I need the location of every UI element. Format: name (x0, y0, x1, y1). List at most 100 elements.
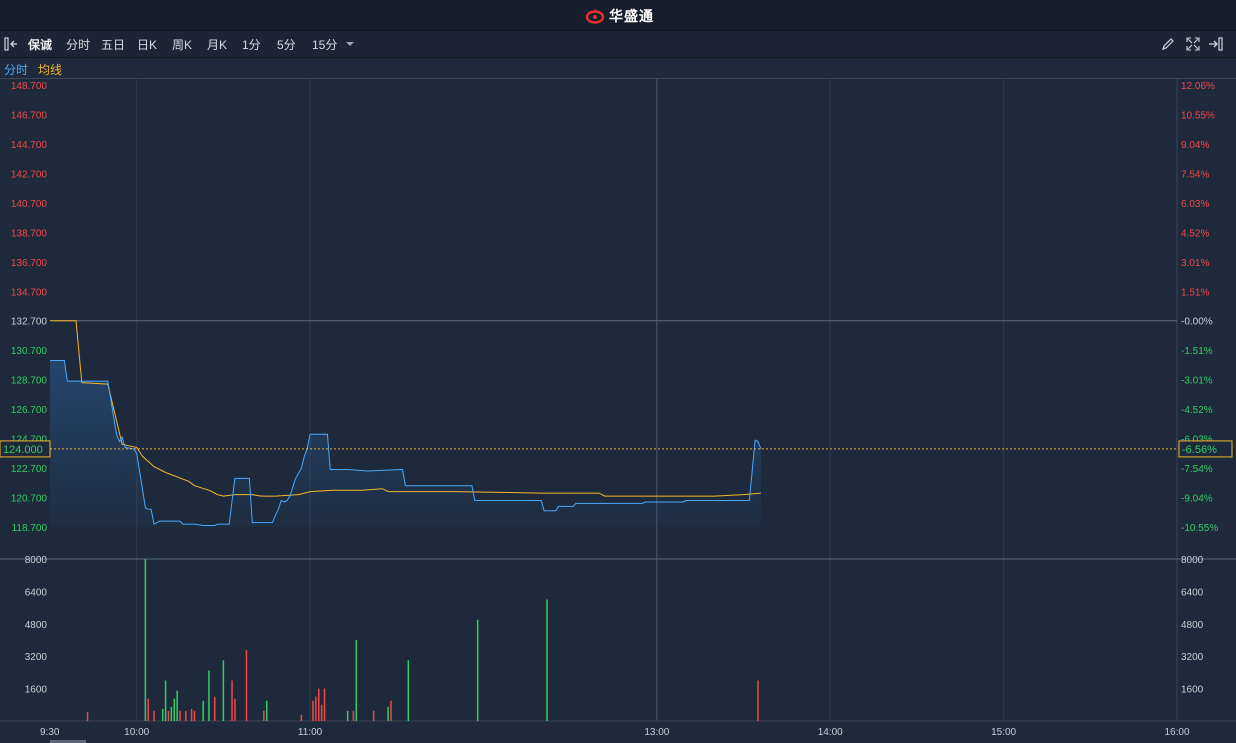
time-tick-label: 16:00 (1164, 727, 1189, 738)
price-tick-label: 134.700 (11, 287, 48, 298)
volume-bar (323, 688, 326, 721)
tab-15-minute[interactable]: 15分 (312, 36, 337, 53)
volume-bars (86, 559, 759, 721)
volume-bar (300, 714, 303, 721)
volume-bar (355, 640, 358, 721)
percent-tick-label: -10.55% (1181, 523, 1218, 534)
price-tick-label: 146.700 (11, 110, 48, 121)
volume-tick-label: 6400 (25, 587, 48, 598)
time-tick-label: 11:00 (298, 727, 323, 738)
time-tick-label: 15:00 (991, 727, 1016, 738)
percent-tick-label: 3.01% (1181, 258, 1209, 269)
volume-bar (147, 698, 150, 721)
percent-tick-label: -9.04% (1181, 494, 1213, 505)
volume-bar (231, 680, 233, 721)
price-tick-label: 130.700 (11, 346, 48, 357)
tab-monthly-k[interactable]: 月K (207, 36, 227, 53)
axis-labels: 148.700 12.06% 146.700 10.55% 144.700 9.04% 14… (11, 81, 1219, 738)
percent-tick-label: 7.54% (1181, 169, 1209, 180)
percent-tick-label: 12.06% (1181, 81, 1215, 92)
volume-bar (317, 688, 320, 721)
volume-bar (193, 710, 196, 721)
volume-bar (179, 710, 181, 721)
stock-name: 保诚 (28, 38, 53, 52)
volume-bar (222, 660, 225, 721)
price-tick-label: 128.700 (11, 376, 48, 387)
volume-bar (173, 698, 176, 721)
volume-bar (245, 650, 248, 721)
time-tick-label: 9:30 (40, 727, 60, 738)
volume-bar (213, 696, 216, 721)
volume-tick-label: 8000 (1181, 555, 1204, 566)
volume-bar (170, 706, 173, 721)
percent-tick-label: -0.00% (1181, 317, 1213, 328)
brand: 华盛通 (585, 6, 654, 26)
price-tick-label: 138.700 (11, 228, 48, 239)
volume-bar (265, 700, 268, 721)
price-tick-label: 136.700 (11, 258, 48, 269)
volume-bar (161, 708, 164, 721)
volume-bar (202, 700, 204, 721)
chart-legend: 分时 均线 (0, 58, 1236, 79)
volume-bar (167, 710, 170, 721)
volume-bar (372, 710, 375, 721)
price-tick-label: 118.700 (12, 523, 48, 534)
percent-tick-label: 9.04% (1181, 140, 1209, 151)
volume-bar (153, 710, 155, 721)
huasheng-logo-icon (585, 9, 605, 24)
volume-tick-label: 1600 (1181, 685, 1204, 696)
price-tick-label: 148.700 (11, 81, 48, 92)
percent-tick-label: 1.51% (1181, 287, 1209, 298)
volume-tick-label: 3200 (1181, 652, 1204, 663)
collapse-left-icon[interactable] (4, 37, 20, 51)
price-tick-label: 120.700 (11, 494, 48, 505)
percent-tick-label: -7.54% (1181, 464, 1213, 475)
intraday-chart: 148.700 12.06% 146.700 10.55% 144.700 9.04% 14… (0, 78, 1236, 738)
volume-bar (263, 710, 265, 721)
tab-intraday[interactable]: 分时 (66, 36, 90, 53)
pencil-icon[interactable] (1161, 37, 1175, 51)
current-price-value: 124.000 (3, 444, 43, 456)
volume-bar (164, 680, 167, 721)
volume-bar (234, 698, 236, 721)
percent-tick-label: 6.03% (1181, 199, 1209, 210)
volume-bar (176, 690, 178, 721)
volume-bar (312, 700, 314, 721)
time-tick-label: 14:00 (818, 727, 843, 738)
volume-bar (190, 708, 193, 721)
average-price-line (50, 320, 761, 497)
volume-bar (144, 559, 147, 721)
price-tick-label: 140.700 (11, 199, 48, 210)
tab-daily-k[interactable]: 日K (137, 36, 157, 53)
percent-tick-label: 10.55% (1181, 110, 1215, 121)
volume-bar (352, 710, 355, 721)
percent-tick-label: -4.52% (1181, 405, 1213, 416)
volume-tick-label: 1600 (25, 685, 48, 696)
volume-bar (546, 599, 548, 721)
volume-bar (387, 706, 389, 721)
price-tick-label: 142.700 (11, 169, 48, 180)
caret-down-icon[interactable] (345, 41, 355, 47)
legend-average-line: 均线 (38, 63, 63, 77)
tab-five-day[interactable]: 五日 (101, 36, 125, 53)
volume-bar (476, 619, 479, 721)
brand-name: 华盛通 (609, 8, 654, 24)
volume-tick-label: 8000 (25, 555, 48, 566)
title-bar: 华盛通 (0, 0, 1236, 31)
exit-panel-icon[interactable] (1208, 37, 1224, 51)
percent-tick-label: 4.52% (1181, 228, 1209, 239)
time-tick-label: 10:00 (124, 727, 149, 738)
tab-1-minute[interactable]: 1分 (242, 36, 261, 53)
chart-grid (0, 78, 1236, 722)
volume-tick-label: 4800 (25, 620, 48, 631)
volume-tick-label: 3200 (25, 652, 48, 663)
tab-weekly-k[interactable]: 周K (172, 36, 192, 53)
legend-minute-line: 分时 (4, 63, 29, 77)
time-tick-label: 13:00 (644, 727, 669, 738)
price-tick-label: 126.700 (11, 405, 48, 416)
volume-tick-label: 6400 (1181, 587, 1204, 598)
current-percent-value: -6.56% (1182, 444, 1217, 456)
expand-icon[interactable] (1186, 37, 1200, 51)
percent-tick-label: -3.01% (1181, 376, 1213, 387)
tab-5-minute[interactable]: 5分 (277, 36, 296, 53)
